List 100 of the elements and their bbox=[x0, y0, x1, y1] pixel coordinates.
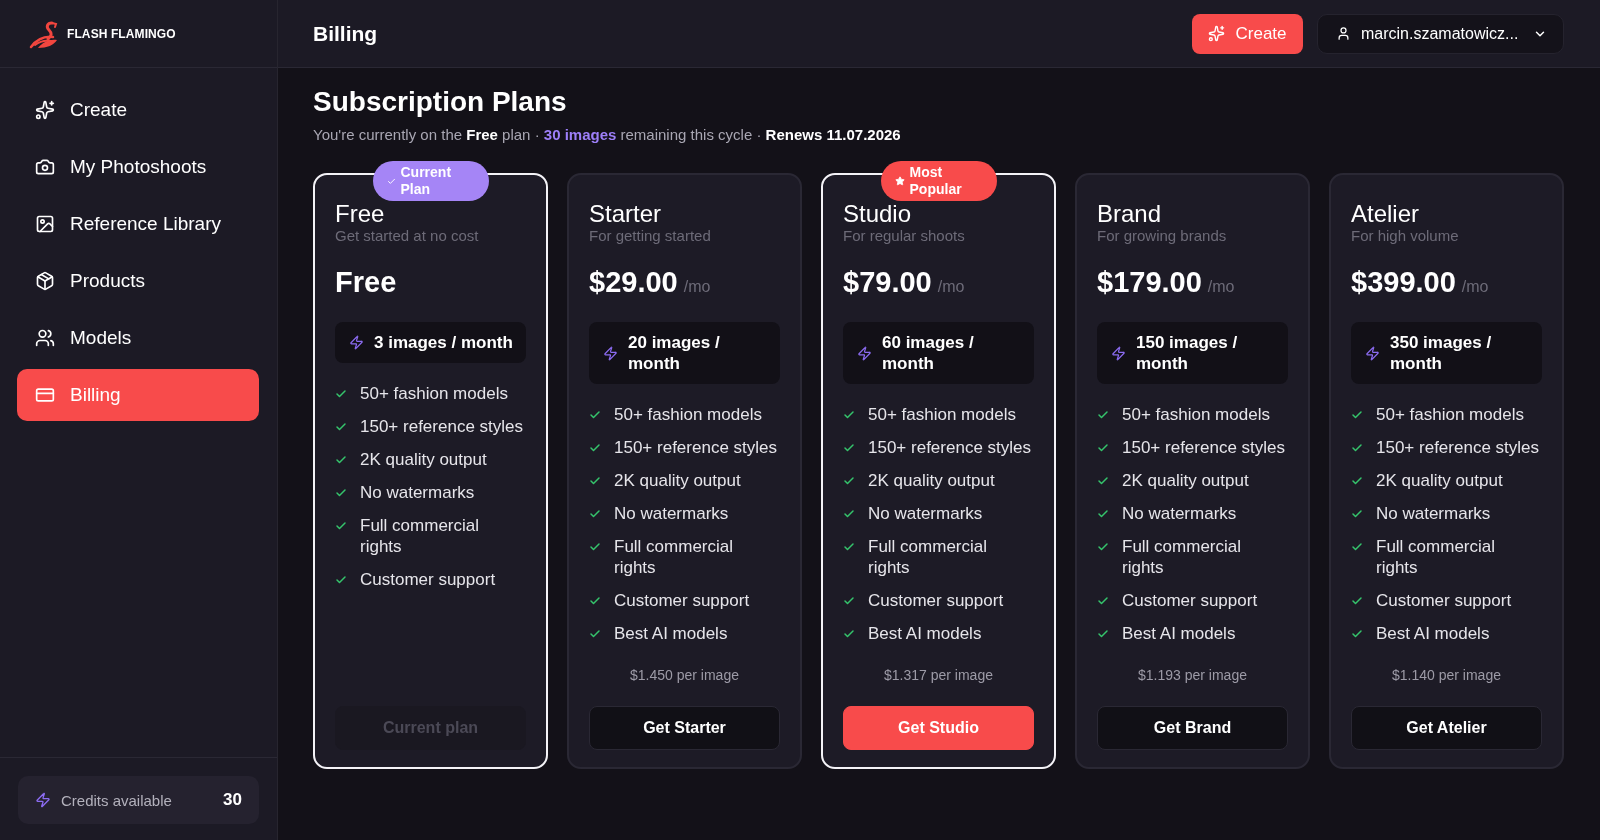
check-icon bbox=[1097, 595, 1109, 607]
credits-label: Credits available bbox=[61, 791, 173, 809]
check-icon bbox=[843, 475, 855, 487]
plan-status-text: You're currently on the Free plan · 30 images remaining this cycle · Renews 11.07.2026 bbox=[313, 125, 902, 145]
box-icon bbox=[35, 271, 55, 291]
check-icon bbox=[843, 442, 855, 454]
feature-text: 150+ reference styles bbox=[868, 437, 1031, 458]
users-icon bbox=[35, 328, 55, 348]
per-image-price: $1.193 per image bbox=[1138, 666, 1247, 684]
plan-description: For regular shoots bbox=[843, 227, 966, 245]
check-icon bbox=[1097, 508, 1109, 520]
feature-text: No watermarks bbox=[360, 482, 475, 503]
check-icon bbox=[843, 595, 855, 607]
plan-name: Free bbox=[335, 202, 385, 226]
feature-text: Customer support bbox=[360, 569, 496, 590]
plan-button[interactable]: Get Brand bbox=[1097, 706, 1288, 750]
feature-text: Full commercial rights bbox=[614, 536, 735, 578]
feature-text: Best AI models bbox=[1122, 623, 1236, 644]
lightning-icon bbox=[1111, 345, 1126, 361]
lightning-icon bbox=[857, 345, 872, 361]
sidebar-item[interactable]: Create bbox=[17, 84, 259, 136]
lightning-icon bbox=[603, 345, 618, 361]
camera-icon bbox=[35, 157, 55, 177]
check-icon bbox=[1097, 409, 1109, 421]
check-icon bbox=[335, 487, 347, 499]
check-icon bbox=[843, 628, 855, 640]
feature-text: Full commercial rights bbox=[1376, 536, 1497, 578]
sparkles-icon bbox=[35, 100, 55, 120]
allowance-text: 60 images / month bbox=[882, 332, 975, 374]
check-icon bbox=[1097, 628, 1109, 640]
price-period: /mo bbox=[1207, 278, 1235, 296]
lightning-icon bbox=[1365, 345, 1380, 361]
plan-description: For growing brands bbox=[1097, 227, 1228, 245]
feature-text: 50+ fashion models bbox=[1376, 404, 1524, 425]
badge-label: Current Plan bbox=[400, 164, 453, 198]
plan-price: $29.00 bbox=[589, 265, 678, 299]
check-icon bbox=[1351, 409, 1363, 421]
sidebar-item[interactable]: Models bbox=[17, 312, 259, 364]
check-icon bbox=[1351, 541, 1363, 553]
plan-button[interactable]: Get Starter bbox=[589, 706, 780, 750]
feature-text: 150+ reference styles bbox=[360, 416, 523, 437]
check-icon bbox=[335, 454, 347, 466]
check-icon bbox=[589, 442, 601, 454]
plan-description: For high volume bbox=[1351, 227, 1460, 245]
check-icon bbox=[843, 409, 855, 421]
account-menu-button[interactable]: marcin.szamatowicz... bbox=[1317, 13, 1564, 54]
plan-price: $79.00 bbox=[843, 265, 932, 299]
check-icon bbox=[1097, 541, 1109, 553]
feature-text: Best AI models bbox=[868, 623, 982, 644]
check-icon bbox=[335, 421, 347, 433]
check-icon bbox=[386, 176, 396, 186]
lightning-icon bbox=[349, 335, 364, 350]
allowance-text: 20 images / month bbox=[628, 332, 721, 374]
feature-text: 50+ fashion models bbox=[360, 383, 508, 404]
feature-text: 2K quality output bbox=[868, 470, 995, 491]
feature-text: Best AI models bbox=[614, 623, 728, 644]
feature-text: No watermarks bbox=[1122, 503, 1237, 524]
plan-name: Starter bbox=[589, 202, 662, 226]
page-title: Subscription Plans bbox=[313, 85, 568, 119]
check-icon bbox=[589, 409, 601, 421]
plan-name: Studio bbox=[843, 202, 912, 226]
lightning-icon bbox=[35, 792, 51, 808]
check-icon bbox=[589, 475, 601, 487]
feature-text: Customer support bbox=[614, 590, 750, 611]
plan-name: Brand bbox=[1097, 202, 1162, 226]
sidebar-item[interactable]: My Photoshoots bbox=[17, 141, 259, 193]
plan-price: Free bbox=[335, 265, 397, 299]
sidebar-item[interactable]: Reference Library bbox=[17, 198, 259, 250]
allowance-text: 150 images / month bbox=[1136, 332, 1239, 374]
sidebar-item[interactable]: Products bbox=[17, 255, 259, 307]
check-icon bbox=[1351, 628, 1363, 640]
check-icon bbox=[335, 574, 347, 586]
credit-card-icon bbox=[35, 385, 55, 405]
feature-text: 150+ reference styles bbox=[614, 437, 777, 458]
sparkles-icon bbox=[1208, 25, 1226, 42]
plan-description: For getting started bbox=[589, 227, 712, 245]
user-icon bbox=[1336, 26, 1351, 41]
feature-text: 50+ fashion models bbox=[1122, 404, 1270, 425]
check-icon bbox=[1097, 442, 1109, 454]
check-icon bbox=[589, 541, 601, 553]
feature-text: 50+ fashion models bbox=[614, 404, 762, 425]
feature-text: No watermarks bbox=[868, 503, 983, 524]
plan-button[interactable]: Get Atelier bbox=[1351, 706, 1542, 750]
plan-name: Atelier bbox=[1351, 202, 1420, 226]
check-icon bbox=[1351, 442, 1363, 454]
badge-label: Most Popular bbox=[909, 164, 963, 198]
feature-text: 150+ reference styles bbox=[1376, 437, 1539, 458]
feature-text: 150+ reference styles bbox=[1122, 437, 1285, 458]
feature-text: Full commercial rights bbox=[868, 536, 989, 578]
feature-text: No watermarks bbox=[614, 503, 729, 524]
allowance-text: 3 images / month bbox=[374, 332, 513, 353]
check-icon bbox=[843, 508, 855, 520]
feature-text: Best AI models bbox=[1376, 623, 1490, 644]
credits-value: 30 bbox=[223, 790, 242, 810]
check-icon bbox=[1351, 475, 1363, 487]
check-icon bbox=[589, 628, 601, 640]
check-icon bbox=[1351, 508, 1363, 520]
price-period: /mo bbox=[683, 278, 711, 296]
feature-text: 2K quality output bbox=[360, 449, 487, 470]
feature-text: 2K quality output bbox=[614, 470, 741, 491]
